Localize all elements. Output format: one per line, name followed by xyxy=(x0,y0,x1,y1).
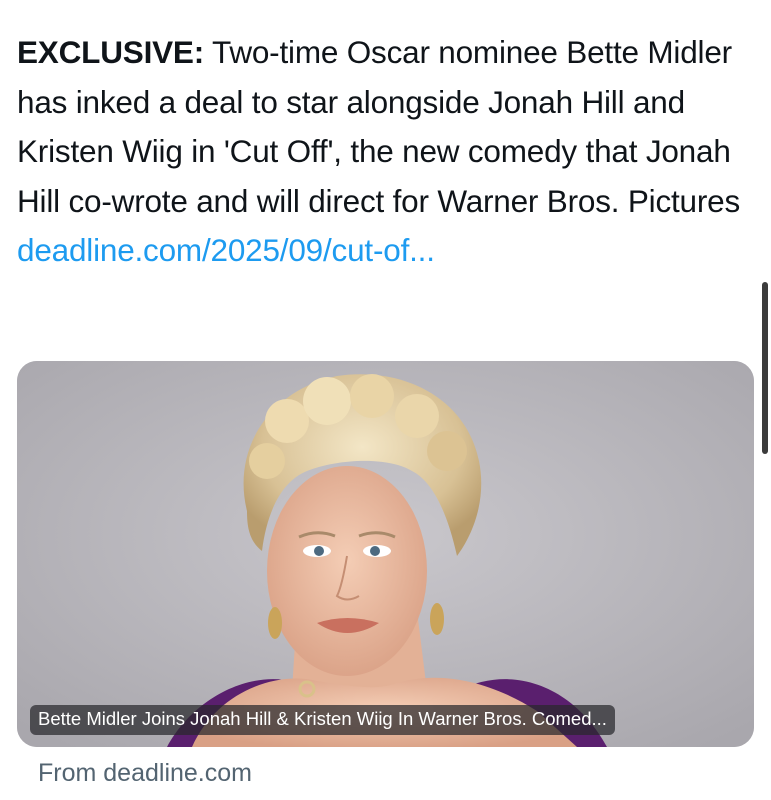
tweet-link[interactable]: deadline.com/2025/09/cut-of... xyxy=(17,232,435,268)
tweet-lead: EXCLUSIVE: xyxy=(17,34,205,70)
scrollbar[interactable] xyxy=(762,282,768,454)
card-image xyxy=(17,361,754,747)
card-source[interactable]: From deadline.com xyxy=(38,757,252,789)
card-caption: Bette Midler Joins Jonah Hill & Kristen … xyxy=(30,705,615,735)
tweet-text: EXCLUSIVE: Two-time Oscar nominee Bette … xyxy=(17,28,755,276)
link-preview-card[interactable]: Bette Midler Joins Jonah Hill & Kristen … xyxy=(17,361,754,747)
